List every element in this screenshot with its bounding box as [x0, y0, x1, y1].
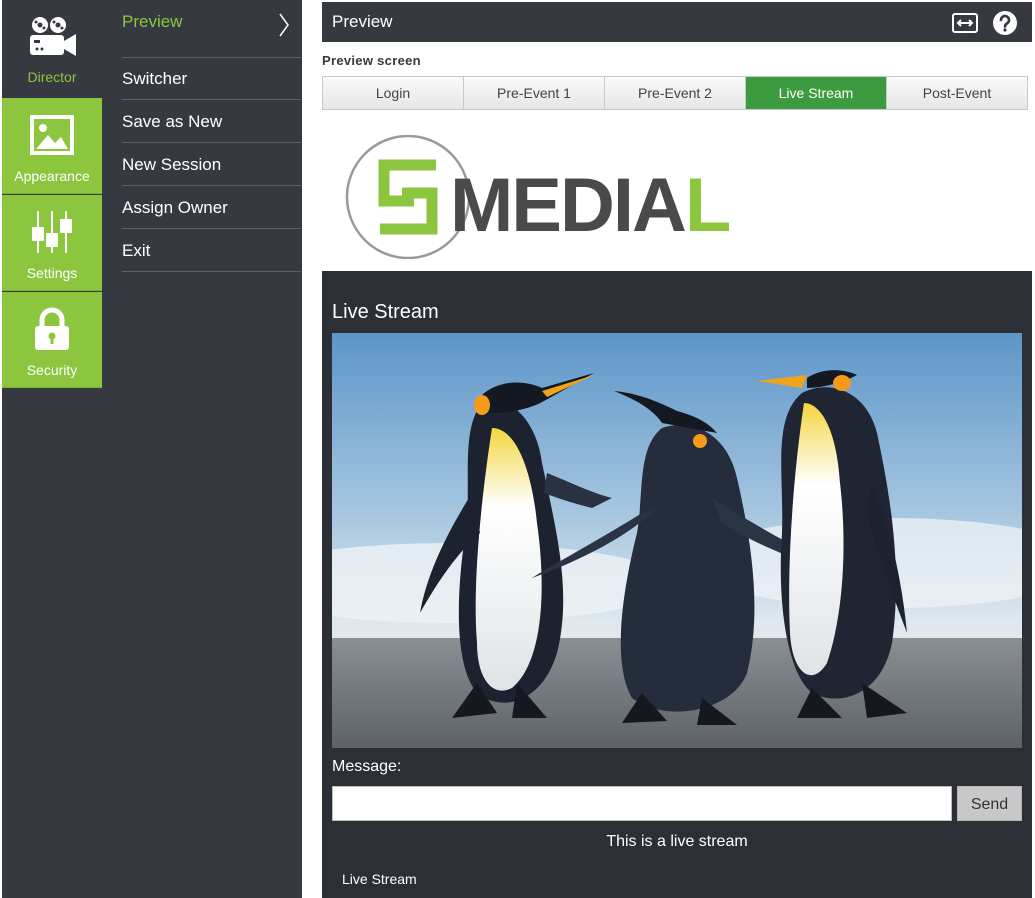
tab-login[interactable]: Login [323, 77, 464, 109]
stream-footer-label: Live Stream [342, 871, 417, 887]
chevron-right-icon [279, 13, 289, 37]
stream-title: Live Stream [332, 301, 439, 323]
submenu-item-preview[interactable]: Preview [122, 0, 301, 58]
tab-live-stream[interactable]: Live Stream [746, 77, 887, 109]
rail-item-settings[interactable]: Settings [2, 195, 102, 291]
director-submenu: Preview Switcher Save as New New Session… [102, 0, 302, 898]
stream-video-frame[interactable] [332, 333, 1022, 748]
rail-item-appearance[interactable]: Appearance [2, 98, 102, 194]
send-button[interactable]: Send [957, 786, 1022, 821]
page-title: Preview [332, 12, 393, 31]
submenu-item-save-as-new[interactable]: Save as New [122, 100, 301, 143]
sliders-icon [2, 207, 102, 257]
preview-header: Preview [322, 2, 1032, 42]
message-input[interactable] [332, 786, 952, 821]
rail-item-label: Security [26, 362, 78, 378]
help-icon[interactable] [992, 10, 1018, 36]
tab-post-event[interactable]: Post-Event [887, 77, 1027, 109]
expand-horizontal-icon[interactable] [952, 10, 978, 36]
rail-item-label: Appearance [14, 168, 90, 184]
app-rail: Director Appearance Settings Security [2, 0, 102, 898]
logo-accent-letter: L [685, 163, 730, 248]
submenu-item-assign-owner[interactable]: Assign Owner [122, 186, 301, 229]
live-stream-stage: Live Stream Message: Send This is a live… [322, 271, 1032, 898]
submenu-item-label: Exit [122, 241, 151, 260]
submenu-item-switcher[interactable]: Switcher [122, 57, 301, 100]
preview-tabs: Login Pre-Event 1 Pre-Event 2 Live Strea… [322, 76, 1028, 110]
company-logo: MEDIAL [345, 135, 732, 259]
submenu-item-label: Assign Owner [122, 198, 228, 217]
rail-item-label: Settings [26, 265, 78, 281]
message-label: Message: [332, 758, 402, 775]
submenu-item-label: Switcher [122, 69, 188, 88]
submenu-item-label: Save as New [122, 112, 223, 131]
submenu-item-label: Preview [122, 12, 183, 31]
logo-text: MEDIA [450, 163, 685, 248]
movie-camera-icon [2, 12, 102, 62]
preview-screen-label: Preview screen [322, 53, 421, 68]
tab-pre-event-1[interactable]: Pre-Event 1 [464, 77, 605, 109]
submenu-item-exit[interactable]: Exit [122, 229, 301, 272]
tab-pre-event-2[interactable]: Pre-Event 2 [605, 77, 746, 109]
rail-item-label: Director [27, 69, 77, 85]
svg-text:MEDIAL: MEDIAL [450, 163, 730, 248]
rail-item-security[interactable]: Security [2, 292, 102, 388]
image-icon [2, 110, 102, 160]
submenu-item-new-session[interactable]: New Session [122, 143, 301, 186]
lock-icon [2, 304, 102, 354]
submenu-item-label: New Session [122, 155, 222, 174]
stream-caption: This is a live stream [606, 833, 748, 850]
rail-item-director[interactable]: Director [2, 0, 102, 98]
